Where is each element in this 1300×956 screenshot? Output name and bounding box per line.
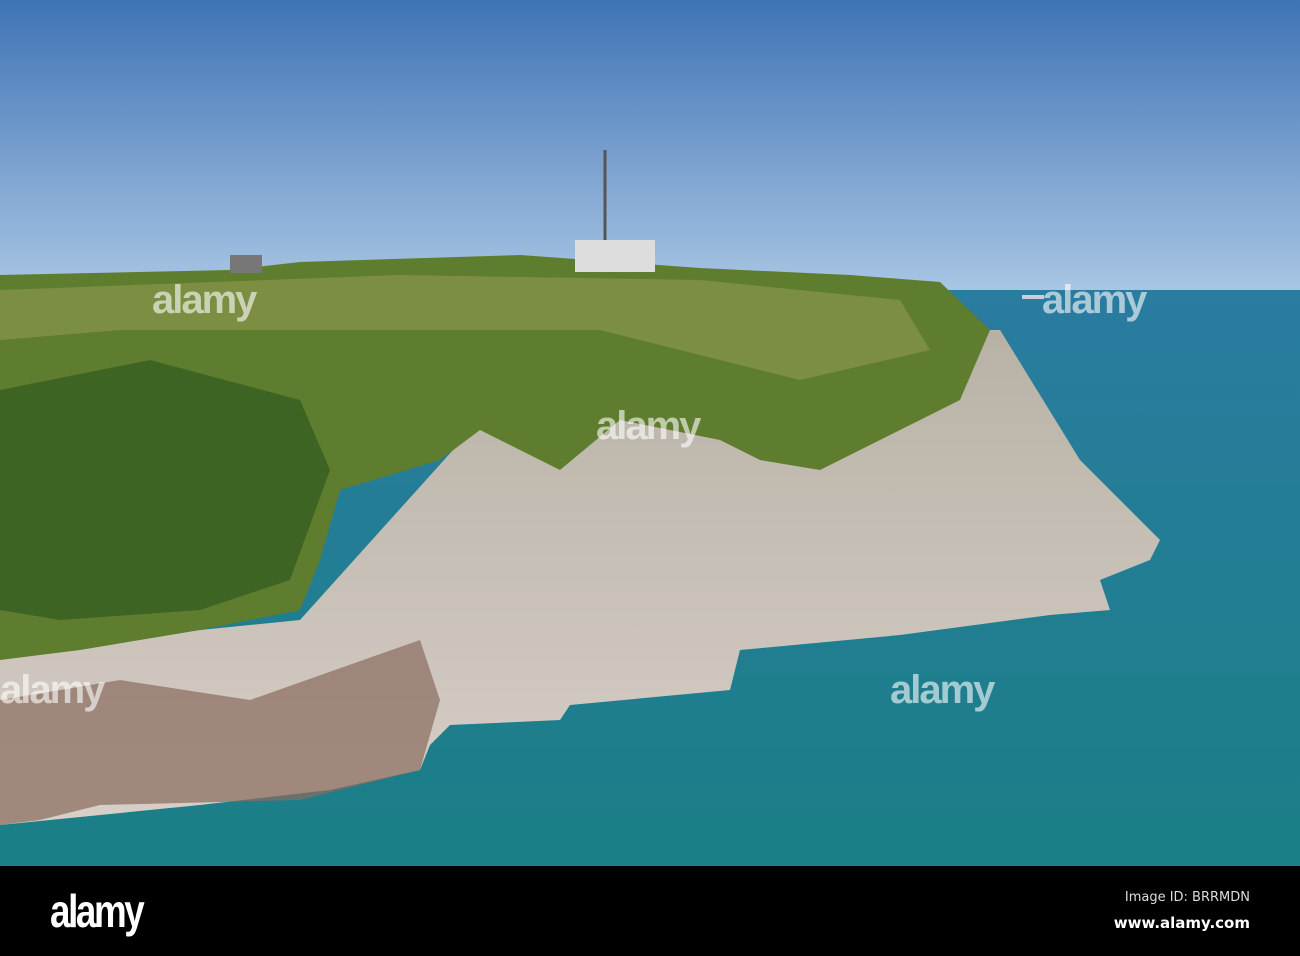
station-building [575,240,655,272]
ship [1022,295,1044,299]
grass-dark [0,360,330,620]
site-url: www.alamy.com [1113,914,1250,932]
image-id: Image ID: BRRMDN [1124,890,1250,905]
watermark: alamy [0,668,105,712]
watermark: alamy [890,668,995,712]
watermark: alamy [1042,278,1147,322]
footer-bar: alamy Image ID: BRRMDN www.alamy.com [0,866,1300,956]
alamy-logo: alamy [50,885,145,937]
building [230,255,262,273]
watermark: alamy [596,404,701,448]
watermark: alamy [152,278,257,322]
